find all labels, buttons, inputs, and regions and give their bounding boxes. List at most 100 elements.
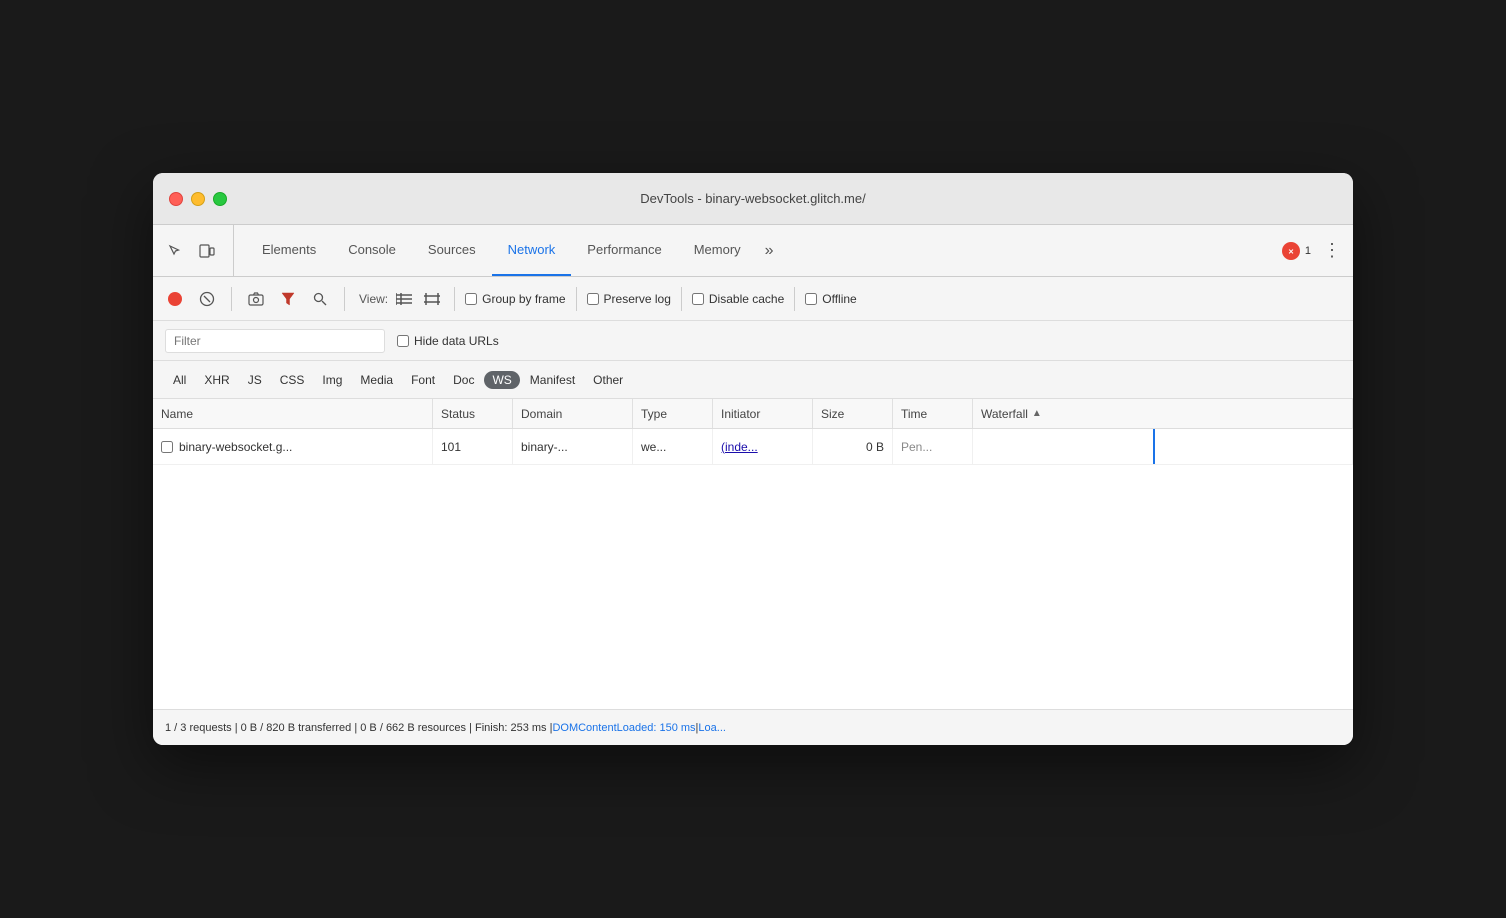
clear-button[interactable] — [193, 285, 221, 313]
row-initiator[interactable]: (inde... — [721, 440, 758, 454]
disable-cache-checkbox[interactable] — [692, 293, 704, 305]
row-domain: binary-... — [521, 440, 568, 454]
th-initiator[interactable]: Initiator — [713, 399, 813, 428]
preserve-log-label: Preserve log — [604, 292, 671, 306]
close-button[interactable] — [169, 192, 183, 206]
table-row[interactable]: binary-websocket.g... 101 binary-... we.… — [153, 429, 1353, 465]
td-name: binary-websocket.g... — [153, 429, 433, 464]
network-toolbar: View: Group by frame — [153, 277, 1353, 321]
record-button[interactable] — [161, 285, 189, 313]
type-btn-other[interactable]: Other — [585, 370, 631, 390]
tab-elements[interactable]: Elements — [246, 225, 332, 276]
type-btn-ws[interactable]: WS — [484, 371, 519, 389]
error-badge[interactable]: ✕ — [1282, 242, 1300, 260]
svg-text:✕: ✕ — [1288, 249, 1294, 256]
toolbar-divider-2 — [344, 287, 345, 311]
view-list-button[interactable] — [392, 287, 416, 311]
filter-bar: Hide data URLs — [153, 321, 1353, 361]
td-size: 0 B — [813, 429, 893, 464]
dom-content-loaded-link[interactable]: DOMContentLoaded: 150 ms — [552, 722, 695, 734]
minimize-button[interactable] — [191, 192, 205, 206]
tab-sources[interactable]: Sources — [412, 225, 492, 276]
error-count: 1 — [1305, 245, 1311, 257]
toolbar-divider-4 — [576, 287, 577, 311]
offline-checkbox[interactable] — [805, 293, 817, 305]
type-btn-all[interactable]: All — [165, 370, 194, 390]
type-filter-bar: All XHR JS CSS Img Media Font Doc WS Man… — [153, 361, 1353, 399]
group-by-frame-checkbox[interactable] — [465, 293, 477, 305]
th-time[interactable]: Time — [893, 399, 973, 428]
row-size: 0 B — [866, 440, 884, 454]
type-btn-css[interactable]: CSS — [272, 370, 313, 390]
group-by-frame-group: Group by frame — [465, 292, 565, 306]
group-by-frame-label: Group by frame — [482, 292, 565, 306]
row-time: Pen... — [901, 440, 932, 454]
filter-button[interactable] — [274, 285, 302, 313]
th-name[interactable]: Name — [153, 399, 433, 428]
window-title: DevTools - binary-websocket.glitch.me/ — [640, 191, 865, 206]
device-toolbar-button[interactable] — [193, 237, 221, 265]
td-domain: binary-... — [513, 429, 633, 464]
status-bar: 1 / 3 requests | 0 B / 820 B transferred… — [153, 709, 1353, 745]
kebab-menu-button[interactable]: ⋮ — [1319, 240, 1345, 261]
td-initiator: (inde... — [713, 429, 813, 464]
type-btn-media[interactable]: Media — [352, 370, 401, 390]
tab-more-button[interactable]: » — [757, 242, 782, 260]
filter-input[interactable] — [165, 329, 385, 353]
network-table: Name Status Domain Type Initiator Size T… — [153, 399, 1353, 709]
view-label: View: — [359, 292, 388, 306]
toolbar-divider-3 — [454, 287, 455, 311]
preserve-log-group: Preserve log — [587, 292, 671, 306]
th-domain[interactable]: Domain — [513, 399, 633, 428]
th-type[interactable]: Type — [633, 399, 713, 428]
hide-data-url-label: Hide data URLs — [414, 334, 499, 348]
tab-icons — [161, 225, 234, 276]
row-type: we... — [641, 440, 666, 454]
disable-cache-label: Disable cache — [709, 292, 784, 306]
status-text: 1 / 3 requests | 0 B / 820 B transferred… — [165, 722, 552, 734]
row-checkbox[interactable] — [161, 441, 173, 453]
offline-group: Offline — [805, 292, 856, 306]
camera-button[interactable] — [242, 285, 270, 313]
td-time: Pen... — [893, 429, 973, 464]
td-type: we... — [633, 429, 713, 464]
tab-console[interactable]: Console — [332, 225, 412, 276]
tab-nav: Elements Console Sources Network Perform… — [246, 225, 1282, 276]
devtools-window: DevTools - binary-websocket.glitch.me/ E… — [153, 173, 1353, 745]
error-badge-group: ✕ 1 — [1282, 242, 1311, 260]
th-size[interactable]: Size — [813, 399, 893, 428]
toolbar-divider-1 — [231, 287, 232, 311]
row-status: 101 — [441, 440, 461, 454]
maximize-button[interactable] — [213, 192, 227, 206]
preserve-log-checkbox[interactable] — [587, 293, 599, 305]
hide-data-url-checkbox[interactable] — [397, 335, 409, 347]
search-button[interactable] — [306, 285, 334, 313]
waterfall-line — [1153, 429, 1155, 464]
table-header: Name Status Domain Type Initiator Size T… — [153, 399, 1353, 429]
toolbar-divider-5 — [681, 287, 682, 311]
tab-bar: Elements Console Sources Network Perform… — [153, 225, 1353, 277]
load-link[interactable]: Loa... — [698, 722, 726, 734]
offline-label: Offline — [822, 292, 856, 306]
traffic-lights — [169, 192, 227, 206]
tab-performance[interactable]: Performance — [571, 225, 677, 276]
row-name: binary-websocket.g... — [179, 440, 292, 454]
th-status[interactable]: Status — [433, 399, 513, 428]
title-bar: DevTools - binary-websocket.glitch.me/ — [153, 173, 1353, 225]
type-btn-img[interactable]: Img — [314, 370, 350, 390]
td-status: 101 — [433, 429, 513, 464]
type-btn-manifest[interactable]: Manifest — [522, 370, 583, 390]
type-btn-js[interactable]: JS — [240, 370, 270, 390]
disable-cache-group: Disable cache — [692, 292, 784, 306]
type-btn-doc[interactable]: Doc — [445, 370, 482, 390]
table-rows-area: binary-websocket.g... 101 binary-... we.… — [153, 429, 1353, 709]
tab-network[interactable]: Network — [492, 225, 572, 276]
sort-arrow-icon: ▲ — [1032, 408, 1042, 419]
view-large-button[interactable] — [420, 287, 444, 311]
th-waterfall[interactable]: Waterfall ▲ — [973, 399, 1353, 428]
type-btn-xhr[interactable]: XHR — [196, 370, 237, 390]
tab-memory[interactable]: Memory — [678, 225, 757, 276]
inspect-element-button[interactable] — [161, 237, 189, 265]
type-btn-font[interactable]: Font — [403, 370, 443, 390]
td-waterfall — [973, 429, 1353, 464]
